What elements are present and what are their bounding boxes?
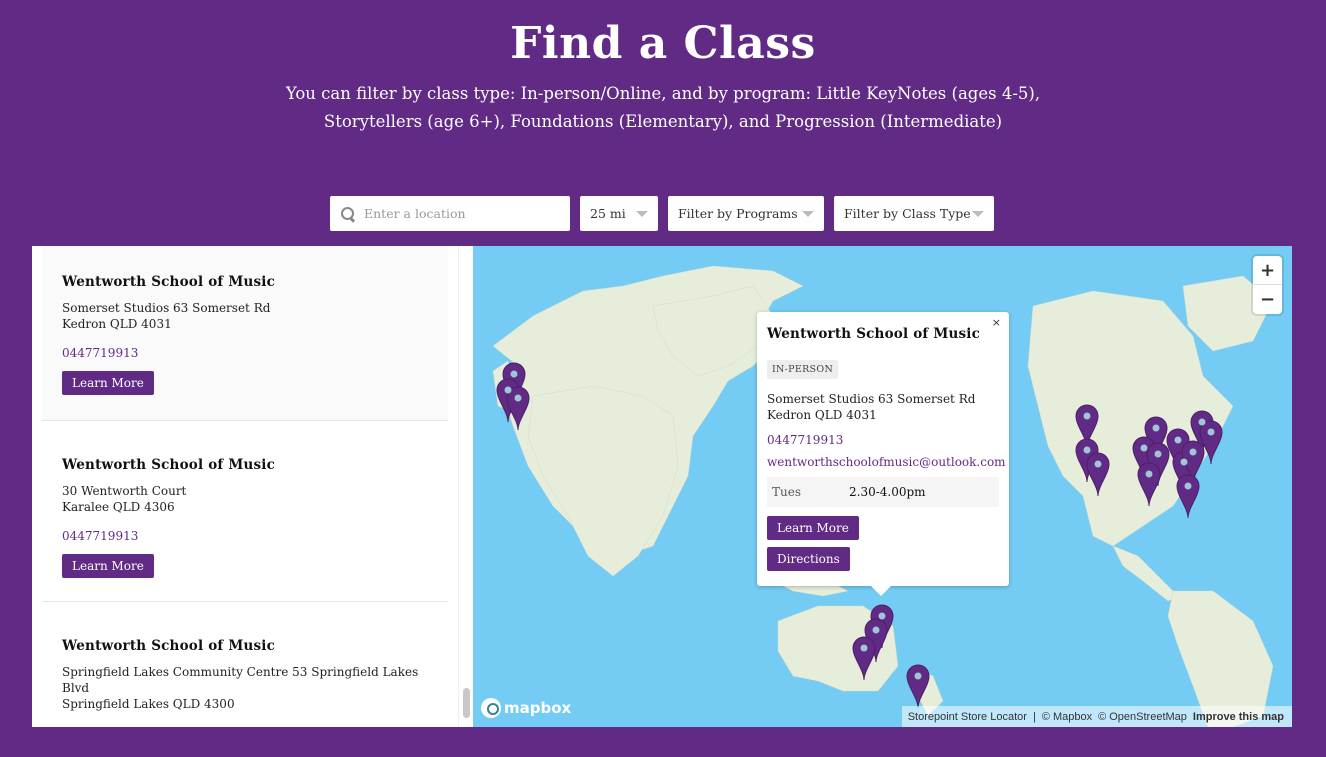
learn-more-button[interactable]: Learn More: [62, 371, 154, 395]
programs-filter-value: Filter by Programs: [678, 206, 798, 221]
location-name: Wentworth School of Music: [62, 457, 276, 473]
page-subtitle: You can filter by class type: In-person/…: [285, 84, 1041, 131]
search-icon: [340, 206, 356, 222]
chevron-down-icon: [636, 211, 648, 217]
zoom-controls: + −: [1253, 256, 1282, 314]
zoom-out-button[interactable]: −: [1253, 285, 1282, 314]
chevron-down-icon: [972, 211, 984, 217]
learn-more-button[interactable]: Learn More: [62, 554, 154, 578]
location-name: Wentworth School of Music: [62, 638, 276, 654]
hours-day: Tues: [772, 485, 801, 499]
address-line-2: Karalee QLD 4306: [62, 500, 175, 514]
improve-map-link[interactable]: Improve this map: [1193, 711, 1284, 723]
mapbox-logo-icon: [481, 698, 501, 718]
address-line-2: Kedron QLD 4031: [62, 317, 172, 331]
popup-learn-more-button[interactable]: Learn More: [767, 516, 859, 540]
mapbox-logo-text: mapbox: [504, 699, 572, 717]
location-name: Wentworth School of Music: [62, 274, 276, 290]
map-attribution: Storepoint Store Locator | © Mapbox © Op…: [901, 706, 1292, 727]
store-locator-link[interactable]: Storepoint Store Locator: [908, 711, 1027, 723]
address-line-1: Somerset Studios 63 Somerset Rd: [62, 301, 271, 315]
popup-email-link[interactable]: wentworthschoolofmusic@outlook.com: [767, 455, 1006, 469]
map[interactable]: + − mapbox Storepoint Store Locator | © …: [473, 246, 1292, 727]
filter-bar: 25 mi Filter by Programs Filter by Class…: [0, 196, 1326, 231]
zoom-in-button[interactable]: +: [1253, 256, 1282, 285]
class-type-badge: IN-PERSON: [767, 360, 839, 379]
scrollbar-thumb[interactable]: [463, 688, 470, 718]
location-address: Springfield Lakes Community Centre 53 Sp…: [62, 664, 448, 712]
popup-hours-row: Tues 2.30-4.00pm: [767, 477, 999, 507]
list-scrollbar[interactable]: [458, 246, 473, 727]
location-search[interactable]: [330, 196, 570, 231]
radius-select-value: 25 mi: [590, 206, 626, 221]
page-title: Find a Class: [510, 18, 816, 69]
location-list[interactable]: Wentworth School of Music Somerset Studi…: [32, 246, 473, 727]
list-item[interactable]: Wentworth School of Music Springfield La…: [42, 602, 448, 727]
location-popup: × Wentworth School of Music IN-PERSON So…: [757, 312, 1009, 596]
class-type-filter-select[interactable]: Filter by Class Type: [834, 196, 994, 231]
popup-address: Somerset Studios 63 Somerset Rd Kedron Q…: [767, 391, 999, 423]
phone-link[interactable]: 0447719913: [62, 346, 138, 360]
close-icon[interactable]: ×: [992, 316, 1001, 329]
address-line-1: 30 Wentworth Court: [62, 484, 187, 498]
address-line-1: Somerset Studios 63 Somerset Rd: [767, 392, 976, 406]
address-line-1: Springfield Lakes Community Centre 53 Sp…: [62, 665, 419, 695]
list-item[interactable]: Wentworth School of Music 30 Wentworth C…: [42, 421, 448, 602]
phone-link[interactable]: 0447719913: [62, 726, 138, 727]
address-line-2: Springfield Lakes QLD 4300: [62, 697, 235, 711]
phone-link[interactable]: 0447719913: [62, 529, 138, 543]
location-address: Somerset Studios 63 Somerset Rd Kedron Q…: [62, 300, 448, 332]
programs-filter-select[interactable]: Filter by Programs: [668, 196, 824, 231]
location-address: 30 Wentworth Court Karalee QLD 4306: [62, 483, 448, 515]
radius-select[interactable]: 25 mi: [580, 196, 658, 231]
hours-time: 2.30-4.00pm: [849, 485, 926, 499]
mapbox-attribution-link[interactable]: © Mapbox: [1042, 711, 1092, 723]
chevron-down-icon: [802, 211, 814, 217]
popup-phone-link[interactable]: 0447719913: [767, 433, 999, 447]
popup-location-name: Wentworth School of Music: [767, 326, 981, 342]
mapbox-logo[interactable]: mapbox: [481, 698, 571, 718]
list-item[interactable]: Wentworth School of Music Somerset Studi…: [42, 246, 448, 421]
class-type-filter-value: Filter by Class Type: [844, 206, 971, 221]
attribution-separator: |: [1032, 710, 1036, 723]
address-line-2: Kedron QLD 4031: [767, 408, 877, 422]
osm-attribution-link[interactable]: © OpenStreetMap: [1098, 711, 1187, 723]
store-locator-panel: Wentworth School of Music Somerset Studi…: [32, 246, 1292, 727]
location-search-input[interactable]: [364, 206, 554, 221]
popup-directions-button[interactable]: Directions: [767, 547, 850, 571]
